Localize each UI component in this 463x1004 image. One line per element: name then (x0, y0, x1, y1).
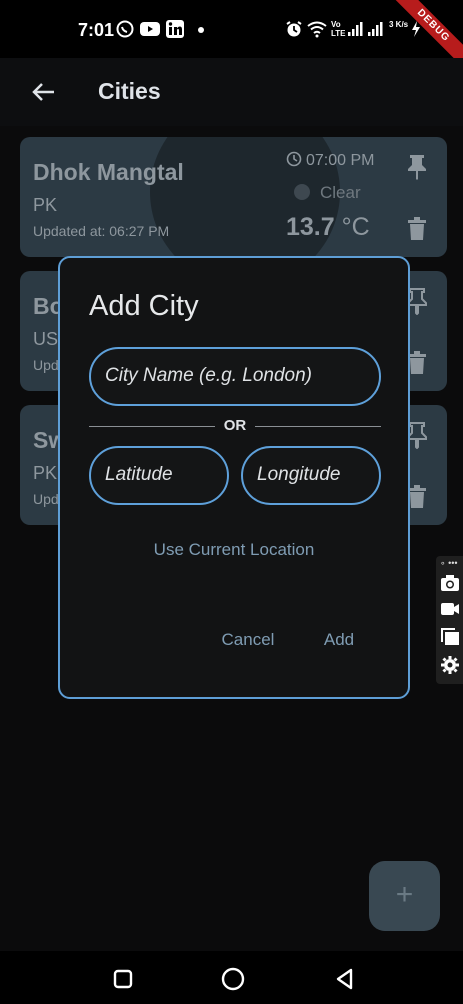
more-icon[interactable]: ∘ ••• (440, 558, 458, 569)
dot-icon (197, 21, 205, 39)
city-name-input[interactable]: City Name (e.g. London) (89, 347, 381, 406)
linkedin-icon (166, 20, 184, 38)
back-button[interactable] (28, 76, 60, 108)
add-button[interactable]: Add (317, 630, 361, 650)
delete-icon[interactable] (407, 485, 427, 509)
settings-icon[interactable] (439, 655, 461, 677)
condition-icon (294, 184, 310, 200)
plus-icon: + (395, 878, 414, 911)
city-name: Dhok Mangtal (33, 159, 184, 185)
cancel-button[interactable]: Cancel (218, 630, 278, 650)
app-bar: Cities (0, 58, 463, 126)
video-icon[interactable] (439, 601, 461, 623)
city-country: PK (33, 195, 58, 215)
camera-icon[interactable] (439, 574, 461, 596)
floating-toolbar: ∘ ••• (436, 556, 463, 684)
back-icon[interactable] (333, 967, 357, 991)
copy-icon[interactable] (439, 628, 461, 650)
system-nav-bar (0, 951, 463, 1004)
volte-icon: Vo LTE (331, 20, 346, 38)
delete-icon[interactable] (407, 217, 427, 241)
delete-icon[interactable] (407, 351, 427, 375)
or-label: OR (223, 417, 247, 434)
city-country: US (33, 329, 59, 349)
divider-line (255, 426, 381, 427)
divider-line (89, 426, 215, 427)
status-bar: 7:01 Vo LTE 3 K/s DEBUG (0, 0, 463, 75)
city-card[interactable]: Dhok Mangtal PK Updated at: 06:27 PM 07:… (20, 137, 447, 257)
status-time: 7:01 (78, 20, 115, 40)
page-title: Cities (98, 78, 161, 104)
signal-icon (347, 20, 387, 38)
whatsapp-icon (116, 20, 134, 38)
add-city-dialog: Add City City Name (e.g. London) OR Lati… (58, 256, 410, 699)
home-icon[interactable] (221, 967, 245, 991)
updated-at: Updated at: 06:27 PM (33, 223, 170, 239)
local-time: 07:00 PM (286, 151, 374, 170)
add-city-fab[interactable]: + (369, 861, 440, 931)
clock-icon (286, 151, 302, 167)
wifi-icon (307, 20, 327, 38)
recents-icon[interactable] (111, 967, 135, 991)
or-divider: OR (89, 416, 381, 436)
city-country: PK (33, 463, 58, 483)
weather-condition: Clear (294, 183, 361, 203)
arrow-left-icon (32, 83, 54, 101)
latitude-input[interactable]: Latitude (89, 446, 229, 505)
net-speed: 3 K/s (389, 20, 409, 29)
longitude-input[interactable]: Longitude (241, 446, 381, 505)
temperature: 13.7 °C (286, 213, 370, 241)
dialog-title: Add City (89, 290, 199, 322)
use-current-location-button[interactable]: Use Current Location (60, 540, 408, 560)
updated-at: Upd (33, 357, 59, 373)
alarm-icon (285, 20, 303, 38)
youtube-icon (140, 20, 160, 38)
updated-at: Upd (33, 491, 59, 507)
pin-icon[interactable] (405, 153, 429, 181)
